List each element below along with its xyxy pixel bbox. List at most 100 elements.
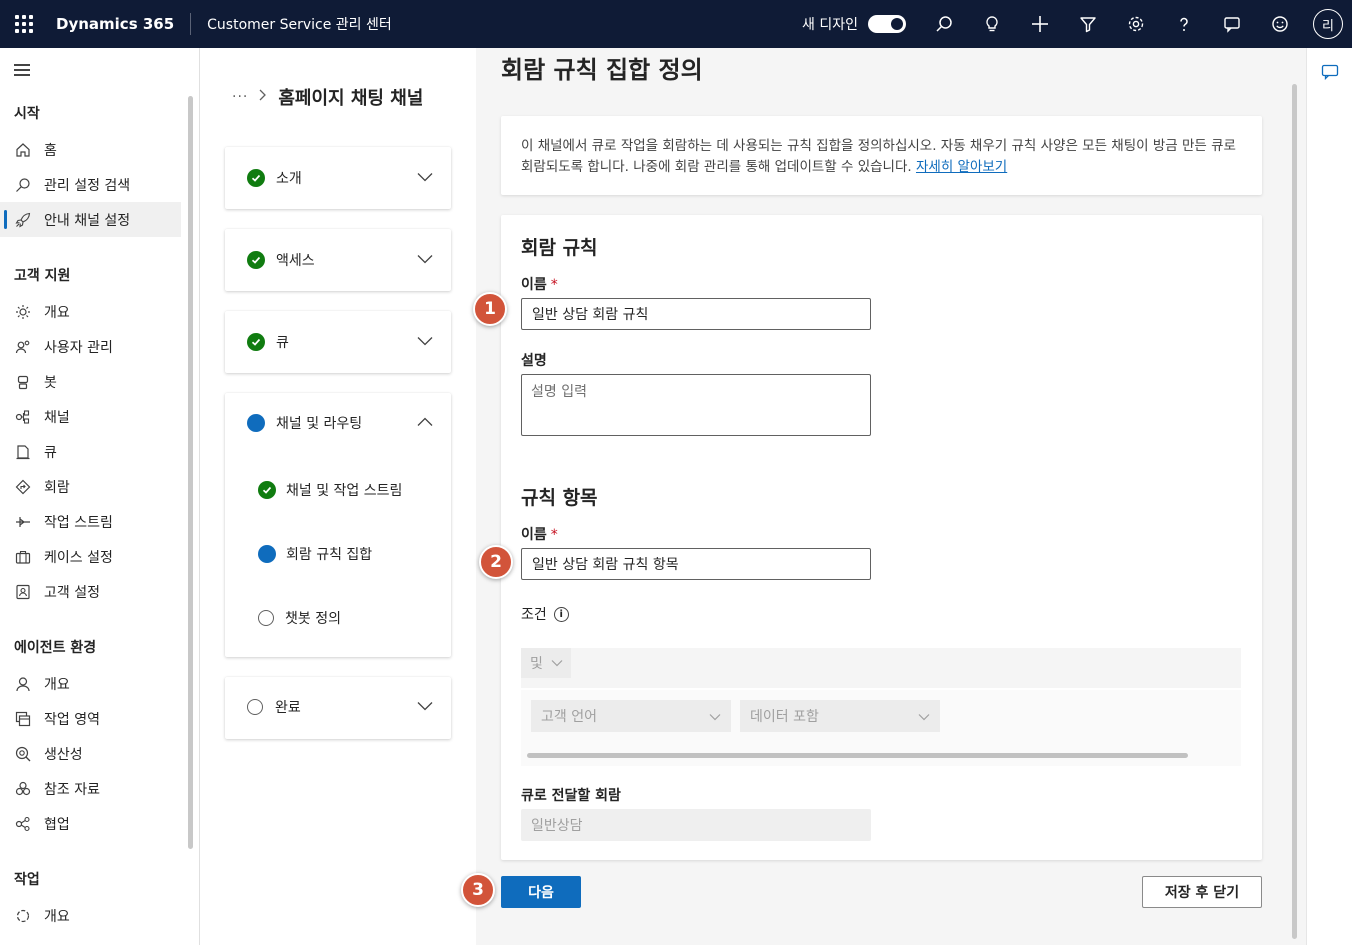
sidebar-item-bots[interactable]: 봇 (0, 364, 181, 399)
substep-label: 채널 및 작업 스트림 (286, 483, 403, 499)
item-section-title: 규칙 항목 (521, 487, 598, 509)
step-card-channel-routing[interactable]: 채널 및 라우팅 채널 및 작업 스트림 회람 규칙 집합 챗봇 정의 (225, 393, 451, 657)
and-operator-dropdown[interactable]: 및 (521, 648, 571, 678)
sidebar-item-label: 채널 (44, 409, 70, 426)
sidebar-item-label: 사용자 관리 (44, 339, 113, 356)
sidebar-item-user-management[interactable]: 사용자 관리 (0, 329, 181, 364)
condition-horizontal-scrollbar[interactable] (527, 753, 1188, 758)
sidebar-item-workstreams[interactable]: 작업 스트림 (0, 504, 181, 539)
sidebar-item-productivity[interactable]: 생산성 (0, 736, 181, 771)
sidebar-item-knowledge[interactable]: 참조 자료 (0, 771, 181, 806)
nav-section-start: 시작 (14, 106, 40, 122)
breadcrumb-title: 홈페이지 채팅 채널 (278, 88, 424, 109)
right-rail (1306, 48, 1352, 945)
condition-label-text: 조건 (521, 607, 547, 623)
sidebar-item-workspaces[interactable]: 작업 영역 (0, 701, 181, 736)
step-card-finish[interactable]: 완료 (225, 677, 451, 739)
left-nav-scrollbar[interactable] (188, 96, 193, 849)
sidebar-item-label: 관리 설정 검색 (44, 177, 131, 194)
home-icon (14, 141, 32, 159)
workstream-icon (14, 513, 32, 531)
smiley-icon[interactable] (1256, 0, 1304, 48)
sidebar-item-search-settings[interactable]: 관리 설정 검색 (0, 167, 181, 202)
save-and-close-button[interactable]: 저장 후 닫기 (1142, 876, 1262, 908)
rule-name-input[interactable]: 일반 상담 회람 규칙 (521, 298, 871, 330)
sidebar-item-queues[interactable]: 큐 (0, 434, 181, 469)
new-design-toggle[interactable] (868, 15, 906, 33)
collaboration-icon (14, 815, 32, 833)
nav-section-agent-experience: 에이전트 환경 (14, 640, 97, 656)
substep-channel-workstream[interactable]: 채널 및 작업 스트림 (258, 480, 402, 500)
sidebar-item-routing[interactable]: 회람 (0, 469, 181, 504)
breadcrumb-more[interactable]: ··· (232, 89, 248, 105)
sidebar-item-label: 고객 설정 (44, 584, 100, 601)
sidebar-item-agent-overview[interactable]: 개요 (0, 666, 181, 701)
step-card-access[interactable]: 액세스 (225, 229, 451, 291)
label-text: 이름 (521, 277, 547, 293)
avatar[interactable]: 리 (1313, 9, 1343, 39)
app-launcher-icon[interactable] (0, 0, 48, 48)
sidebar-item-case-settings[interactable]: 케이스 설정 (0, 539, 181, 574)
learn-more-link[interactable]: 자세히 알아보기 (916, 159, 1007, 175)
and-label: 및 (530, 656, 543, 672)
info-icon[interactable]: i (553, 606, 569, 622)
add-icon[interactable] (1016, 0, 1064, 48)
sidebar-item-customer-settings[interactable]: 고객 설정 (0, 574, 181, 609)
sidebar-item-overview[interactable]: 개요 (0, 294, 181, 329)
sidebar-item-label: 작업 스트림 (44, 514, 113, 531)
current-step-icon (247, 414, 265, 432)
callout-badge-2: 2 (479, 545, 513, 579)
chevron-down-icon[interactable] (417, 170, 433, 186)
sidebar-item-collaboration[interactable]: 협업 (0, 806, 181, 841)
chevron-up-icon[interactable] (417, 415, 433, 431)
breadcrumb: ··· 홈페이지 채팅 채널 (232, 84, 423, 110)
substep-chatbot[interactable]: 챗봇 정의 (258, 608, 341, 628)
chevron-down-icon[interactable] (417, 699, 433, 715)
chevron-down-icon[interactable] (417, 334, 433, 350)
chevron-down-icon (709, 709, 721, 725)
main-scrollbar[interactable] (1292, 84, 1297, 939)
customer-icon (14, 583, 32, 601)
empty-circle-icon (247, 699, 263, 715)
item-name-label: 이름 * (521, 524, 558, 544)
checkmark-icon (258, 481, 276, 499)
chevron-down-icon[interactable] (417, 252, 433, 268)
top-bar: Dynamics 365 Customer Service 관리 센터 새 디자… (0, 0, 1352, 48)
hamburger-menu-icon[interactable] (14, 64, 30, 79)
condition-label: 조건 i (521, 604, 569, 624)
substep-routing-ruleset[interactable]: 회람 규칙 집합 (258, 544, 372, 564)
sidebar-item-label: 안내 채널 설정 (44, 212, 131, 229)
step-card-intro[interactable]: 소개 (225, 147, 451, 209)
sidebar-item-channels[interactable]: 채널 (0, 399, 181, 434)
condition-group-bar (521, 648, 1241, 688)
sidebar-item-label: 참조 자료 (44, 781, 100, 798)
sidebar-item-label: 케이스 설정 (44, 549, 113, 566)
filter-icon[interactable] (1064, 0, 1112, 48)
sidebar-item-operations-overview[interactable]: 개요 (0, 898, 181, 933)
item-name-input[interactable]: 일반 상담 회람 규칙 항목 (521, 548, 871, 580)
feedback-icon[interactable] (1208, 0, 1256, 48)
search-icon[interactable] (920, 0, 968, 48)
brand-name[interactable]: Dynamics 365 (48, 13, 192, 35)
help-icon[interactable] (1160, 0, 1208, 48)
callout-badge-3: 3 (461, 873, 495, 907)
sidebar-item-label: 개요 (44, 908, 70, 925)
condition-field-dropdown[interactable]: 고객 언어 (531, 700, 731, 732)
step-card-queue[interactable]: 큐 (225, 311, 451, 373)
settings-icon[interactable] (1112, 0, 1160, 48)
rule-description-textarea[interactable]: 설명 입력 (521, 374, 871, 436)
chat-icon[interactable] (1321, 64, 1339, 84)
sidebar-item-guided-setup[interactable]: 안내 채널 설정 (0, 202, 181, 237)
lightbulb-icon[interactable] (968, 0, 1016, 48)
channels-icon (14, 408, 32, 426)
substep-label: 챗봇 정의 (285, 611, 341, 627)
condition-operator-dropdown[interactable]: 데이터 포함 (740, 700, 940, 732)
substep-label: 회람 규칙 집합 (286, 547, 373, 563)
sidebar-item-label: 협업 (44, 816, 70, 833)
next-button[interactable]: 다음 (501, 876, 581, 908)
rule-name-label: 이름 * (521, 274, 558, 294)
route-to-queue-label: 큐로 전달할 회람 (521, 788, 621, 804)
step-label: 소개 (276, 171, 302, 187)
step-label: 액세스 (276, 253, 315, 269)
sidebar-item-home[interactable]: 홈 (0, 132, 181, 167)
